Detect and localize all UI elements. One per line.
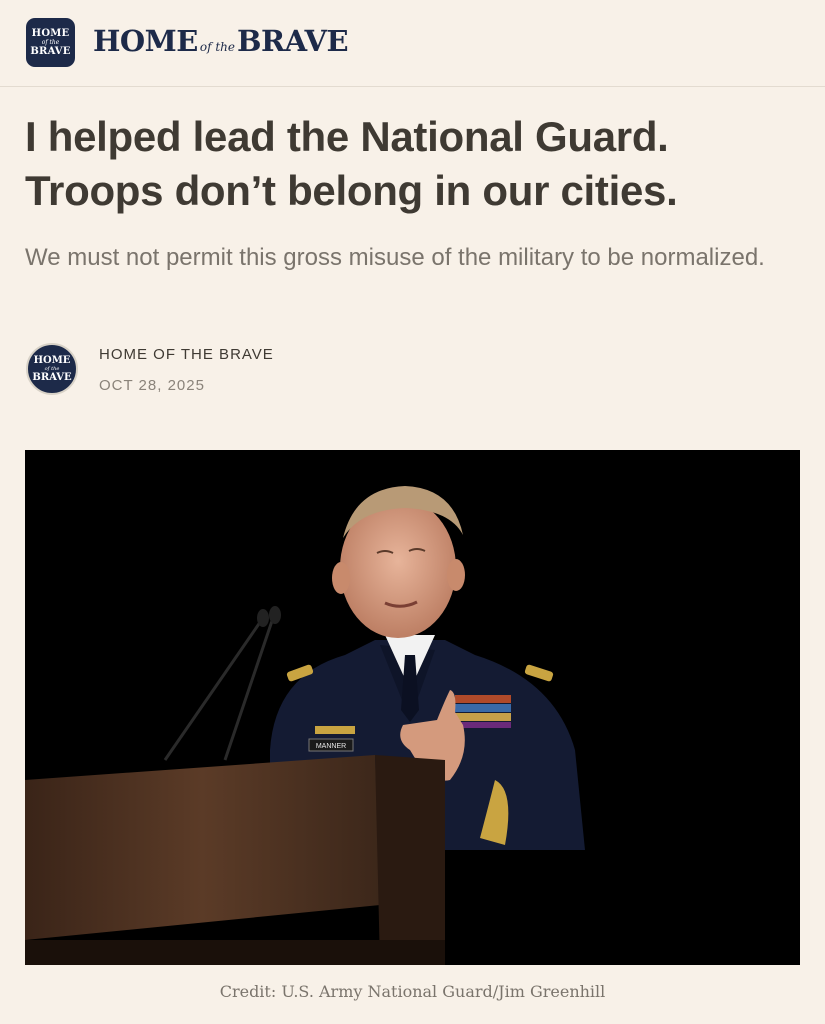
wordmark-brave: BRAVE <box>237 24 349 58</box>
logo-line-brave: BRAVE <box>30 45 71 57</box>
logo-line-ofthe: of the <box>41 38 60 46</box>
avatar-line-ofthe: of the <box>44 365 60 372</box>
author-avatar[interactable]: HOME of the BRAVE <box>26 343 78 395</box>
post-date: OCT 28, 2025 <box>99 377 205 394</box>
site-logo-icon[interactable]: HOME of the BRAVE <box>26 18 75 67</box>
wordmark-ofthe: of the <box>199 40 236 54</box>
author-name-link[interactable]: HOME OF THE BRAVE <box>99 346 274 363</box>
site-header: HOME of the BRAVE HOME of the BRAVE <box>0 0 825 87</box>
article-subtitle: We must not permit this gross misuse of … <box>25 244 765 271</box>
avatar-line-home: HOME <box>33 354 71 366</box>
nameplate-text: MANNER <box>316 743 346 750</box>
hero-image-illustration: MANNER <box>25 450 800 965</box>
logo-line-home: HOME <box>31 27 70 39</box>
image-caption: Credit: U.S. Army National Guard/Jim Gre… <box>219 982 606 1001</box>
article-hero-image: MANNER <box>25 450 800 965</box>
wordmark-home: HOME <box>93 24 198 58</box>
article-title: I helped lead the National Guard. Troops… <box>25 113 678 214</box>
site-wordmark[interactable]: HOME of the BRAVE <box>93 24 349 62</box>
avatar-line-brave: BRAVE <box>32 371 72 383</box>
